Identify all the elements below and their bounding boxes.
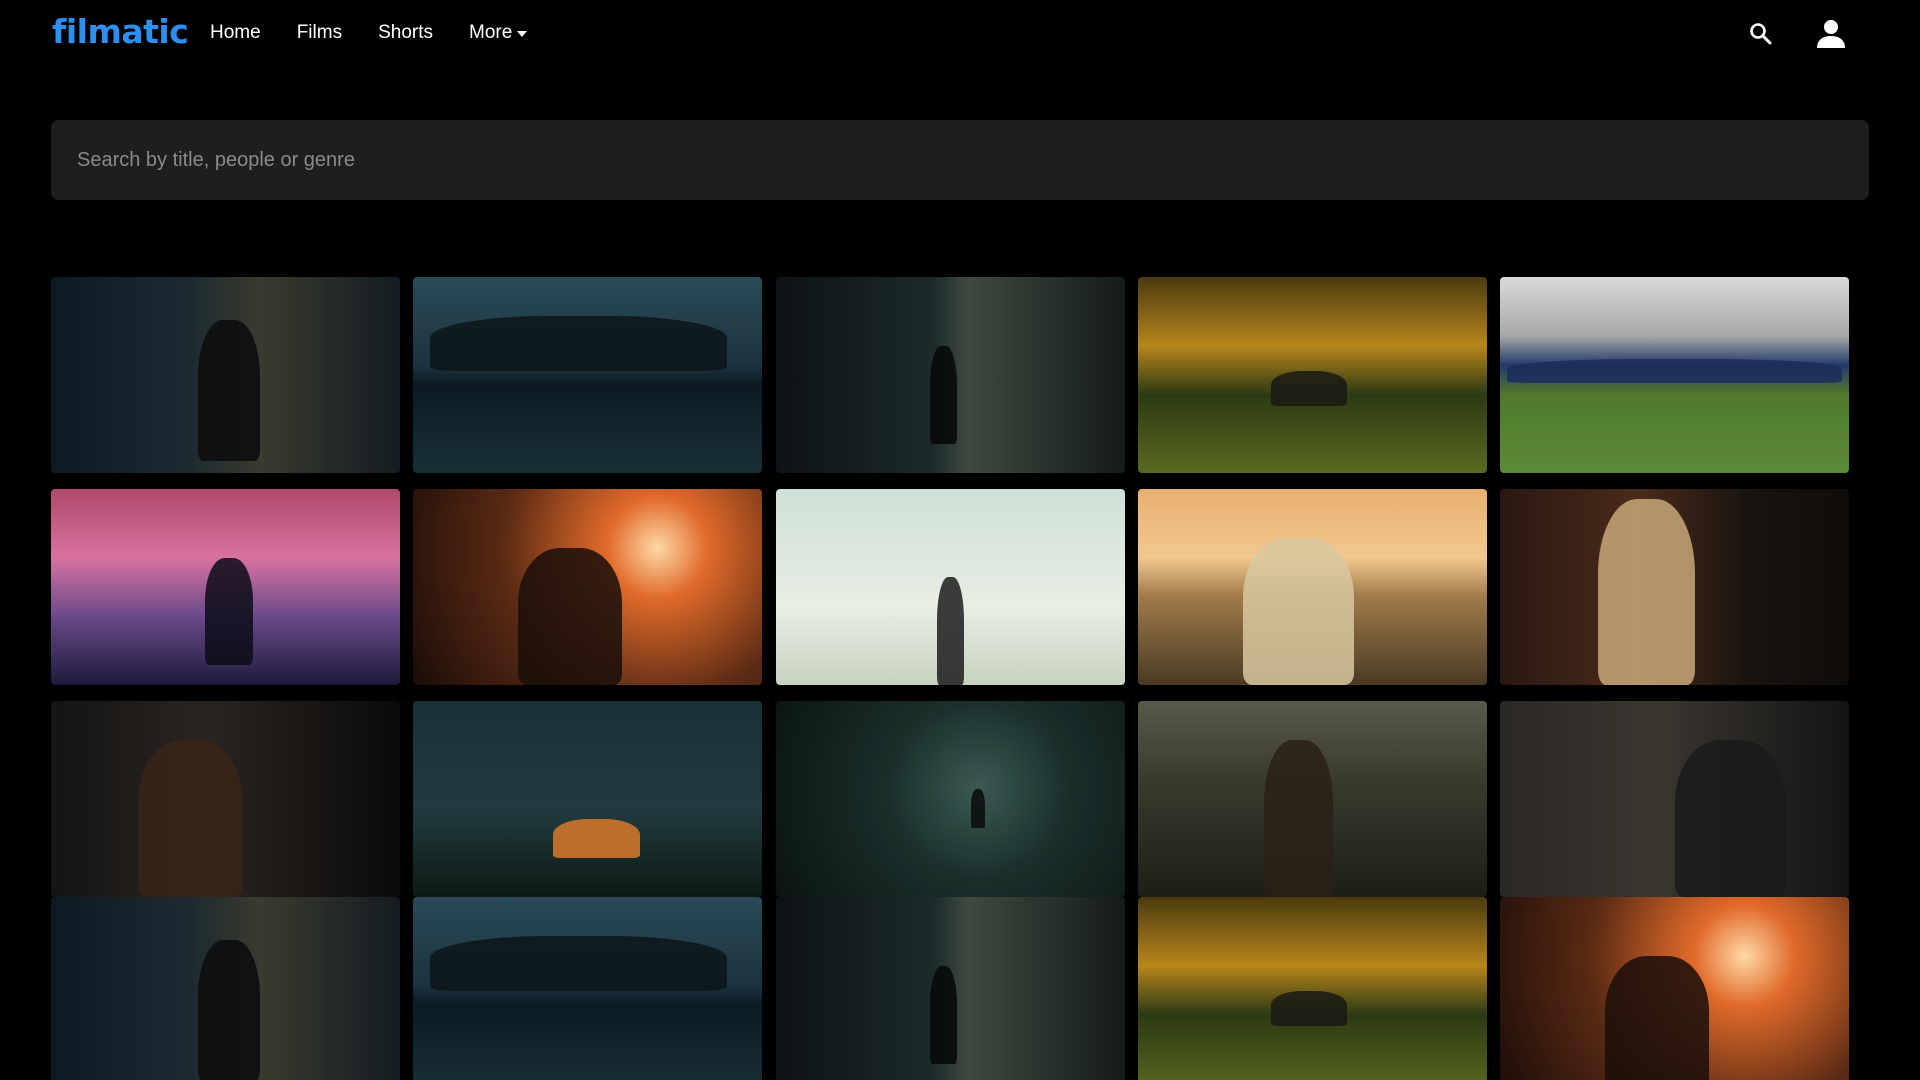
nav-films[interactable]: Films [297,22,342,44]
thumbnail-subject [929,965,958,1064]
nav-shorts[interactable]: Shorts [378,22,433,44]
thumbnail-subject [430,316,728,372]
film-thumbnail[interactable] [413,701,762,897]
film-thumbnail[interactable] [1138,897,1487,1080]
thumbnail-subject [936,577,965,685]
thumbnail-subject [517,547,623,685]
nav-home-label: Home [210,22,261,43]
search-bar[interactable] [51,120,1869,200]
nav-films-label: Films [296,22,343,43]
thumbnail-subject [1674,740,1787,897]
film-thumbnail[interactable] [413,277,762,473]
thumbnail-subject [929,345,958,444]
user-icon[interactable] [1815,18,1847,50]
nav-more-dropdown[interactable]: More [469,22,528,44]
film-thumbnail[interactable] [413,897,762,1080]
thumbnail-subject [1242,538,1355,685]
thumbnail-image [776,701,1125,897]
film-thumbnail[interactable] [51,897,400,1080]
film-thumbnail[interactable] [1500,277,1849,473]
caret-down-icon [517,31,528,37]
film-thumbnail[interactable] [1138,701,1487,897]
film-thumbnail[interactable] [776,277,1125,473]
thumbnail-subject [430,936,728,992]
main-nav: Home Films Shorts More [210,22,528,44]
thumbnail-subject [197,320,261,462]
thumbnail-image [1138,897,1487,1080]
thumbnail-subject [197,940,261,1080]
search-input[interactable] [77,120,1869,200]
nav-more-label: More [469,22,513,43]
thumbnail-image [413,701,762,897]
film-thumbnail[interactable] [1500,701,1849,897]
thumbnail-subject [204,557,254,666]
film-thumbnail[interactable] [776,489,1125,685]
thumbnail-subject [1270,371,1348,407]
top-navigation-bar: filmatic Home Films Shorts More [0,0,1920,70]
film-thumbnail[interactable] [1138,277,1487,473]
thumbnail-subject [552,818,640,858]
thumbnail-subject [971,789,986,829]
nav-shorts-label: Shorts [378,22,433,43]
film-thumbnail[interactable] [1500,489,1849,685]
search-icon[interactable] [1748,21,1774,47]
film-thumbnail[interactable] [413,489,762,685]
thumbnail-subject [1597,498,1696,685]
thumbnail-subject [1263,740,1334,897]
film-thumbnail[interactable] [51,701,400,897]
brand-logo[interactable]: filmatic [52,12,189,51]
thumbnail-subject [1506,359,1842,383]
film-thumbnail[interactable] [776,897,1125,1080]
film-thumbnail[interactable] [51,489,400,685]
thumbnail-subject [1270,991,1348,1027]
thumbnail-subject [1604,955,1710,1080]
film-thumbnail[interactable] [51,277,400,473]
film-thumbnail[interactable] [776,701,1125,897]
thumbnail-image [413,277,762,473]
film-thumbnail[interactable] [1138,489,1487,685]
film-thumbnail[interactable] [1500,897,1849,1080]
thumbnail-subject [138,740,243,897]
thumbnail-grid [51,277,1869,1080]
nav-home[interactable]: Home [210,22,261,44]
